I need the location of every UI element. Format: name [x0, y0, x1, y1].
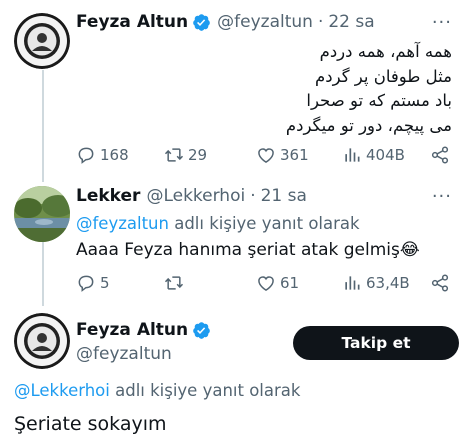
like-count: 361: [280, 146, 309, 164]
like-button[interactable]: 61: [256, 273, 299, 293]
thread-line: [42, 70, 44, 182]
follow-button[interactable]: Takip et: [293, 326, 459, 360]
like-icon: [258, 276, 274, 291]
verified-badge-icon: [192, 321, 211, 340]
views-button[interactable]: 404B: [342, 145, 405, 165]
tweet-handle-row: @feyzaltun: [76, 344, 172, 364]
reply-to-text: adlı kişiye yanıt olarak: [168, 214, 360, 233]
display-name[interactable]: Lekker: [76, 186, 140, 206]
tweet-header: Feyza Altun: [76, 320, 211, 340]
tweet-text: همه آهم، همه دردم مثل طوفان پر گردم باد …: [286, 40, 452, 138]
retweet-button[interactable]: 29: [164, 145, 207, 165]
reply-mention-link[interactable]: @feyzaltun: [76, 214, 169, 233]
user-handle[interactable]: @feyzaltun: [217, 12, 313, 32]
tweet-actions: 168 29 361 404B: [76, 145, 450, 169]
user-handle[interactable]: @Lekkerhoi: [146, 186, 245, 206]
retweet-button[interactable]: [164, 273, 188, 293]
replying-to: @feyzaltun adlı kişiye yanıt olarak: [76, 214, 360, 233]
avatar-logo-image: [14, 13, 70, 69]
avatar-logo-image: [14, 313, 70, 369]
avatar[interactable]: [14, 186, 70, 242]
share-icon: [431, 274, 449, 292]
avatar[interactable]: [14, 13, 70, 69]
retweet-icon: [164, 148, 184, 162]
reply-icon: [78, 275, 94, 292]
reply-button[interactable]: 168: [76, 145, 129, 165]
tweet-text-line: باد مستم که تو صحرا: [306, 91, 452, 110]
like-icon: [258, 148, 274, 163]
views-icon: [345, 276, 360, 290]
retweet-count: 29: [188, 146, 208, 164]
tweet-text: Aaaa Feyza hanıma şeriat atak gelmiş😂: [76, 240, 420, 260]
avatar[interactable]: [14, 313, 70, 369]
reply-icon: [78, 147, 94, 164]
retweet-icon: [164, 276, 184, 290]
thread-line: [42, 242, 44, 306]
share-button[interactable]: [430, 145, 450, 165]
views-button[interactable]: 63,4B: [342, 273, 410, 293]
tweet-actions: 5 61 63,4B: [76, 273, 450, 297]
tweet-header: Lekker @Lekkerhoi · 21 sa: [76, 186, 307, 206]
tweet-text: Şeriate sokayım: [14, 413, 167, 435]
like-button[interactable]: 361: [256, 145, 309, 165]
reply-button[interactable]: 5: [76, 273, 110, 293]
like-count: 61: [280, 274, 300, 292]
timestamp[interactable]: 22 sa: [328, 12, 374, 32]
reply-count: 5: [100, 274, 110, 292]
reply-count: 168: [100, 146, 129, 164]
avatar-photo-image: [14, 186, 70, 242]
tweet-text-line: همه آهم، همه دردم: [319, 42, 452, 61]
tweet-header: Feyza Altun @feyzaltun · 22 sa: [76, 12, 375, 32]
reply-mention-link[interactable]: @Lekkerhoi: [14, 381, 110, 400]
display-name[interactable]: Feyza Altun: [76, 12, 188, 32]
views-count: 63,4B: [366, 274, 410, 292]
separator-dot: ·: [317, 12, 324, 32]
views-icon: [345, 148, 360, 162]
reply-to-text: adlı kişiye yanıt olarak: [109, 381, 301, 400]
display-name[interactable]: Feyza Altun: [76, 320, 188, 340]
share-button[interactable]: [430, 273, 450, 293]
tweet-text-line: می پیچم، دور تو میگردم: [285, 115, 452, 135]
separator-dot: ·: [250, 186, 256, 206]
verified-badge-icon: [192, 13, 211, 32]
share-icon: [431, 146, 449, 164]
views-count: 404B: [366, 146, 405, 164]
timestamp[interactable]: 21 sa: [261, 186, 307, 206]
replying-to: @Lekkerhoi adlı kişiye yanıt olarak: [14, 381, 300, 400]
more-icon[interactable]: ···: [432, 186, 452, 207]
more-icon[interactable]: ···: [432, 12, 452, 33]
tweet-text-line: مثل طوفان پر گردم: [315, 66, 452, 86]
user-handle[interactable]: @feyzaltun: [76, 344, 172, 364]
